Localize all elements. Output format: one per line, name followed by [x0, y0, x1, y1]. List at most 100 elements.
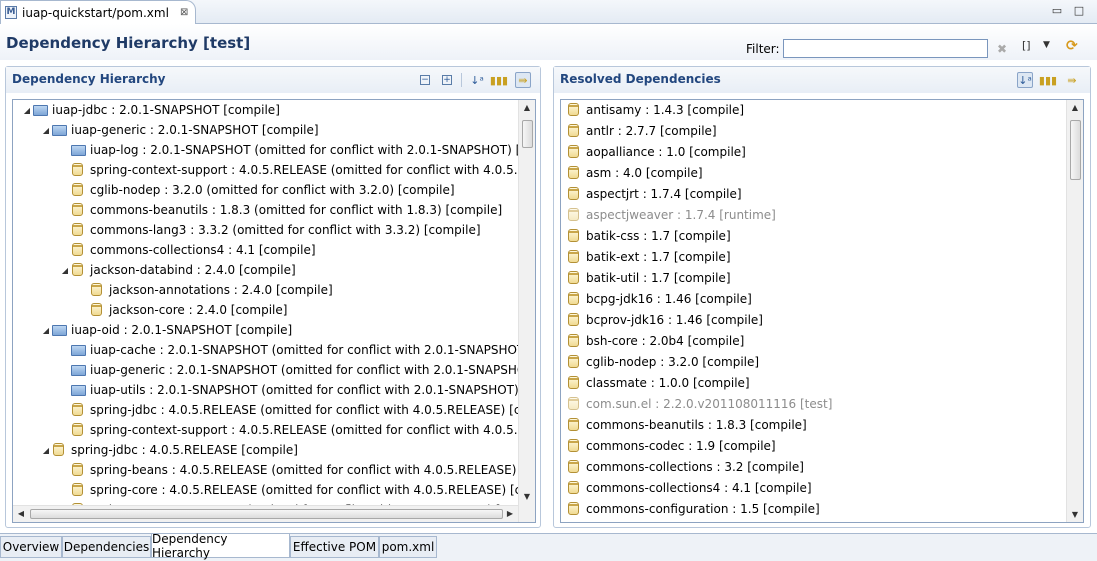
editor-tab-pom[interactable]: M iuap-quickstart/pom.xml ⊠	[0, 0, 196, 24]
scroll-up-icon[interactable]: ▲	[1067, 103, 1083, 112]
list-item[interactable]: batik-util : 1.7 [compile]	[567, 268, 731, 288]
list-item-label: cglib-nodep : 3.2.0 [compile]	[586, 355, 760, 369]
filter-toggle-icon[interactable]: ⇛	[1064, 72, 1080, 88]
tree-row[interactable]: spring-context-support : 4.0.5.RELEASE (…	[59, 160, 533, 180]
list-item[interactable]: batik-css : 1.7 [compile]	[567, 226, 731, 246]
list-item[interactable]: batik-ext : 1.7 [compile]	[567, 247, 731, 267]
expand-toggle-icon[interactable]: ◢	[40, 326, 52, 335]
scroll-right-icon[interactable]: ▶	[502, 509, 518, 518]
tree-row[interactable]: ◢ iuap-oid : 2.0.1-SNAPSHOT [compile]	[40, 320, 292, 340]
list-item[interactable]: aopalliance : 1.0 [compile]	[567, 142, 746, 162]
resolved-list[interactable]: antisamy : 1.4.3 [compile] antlr : 2.7.7 …	[560, 99, 1084, 523]
list-item[interactable]: aspectjweaver : 1.7.4 [runtime]	[567, 205, 776, 225]
scroll-left-icon[interactable]: ◀	[13, 509, 29, 518]
list-item-label: batik-util : 1.7 [compile]	[586, 271, 731, 285]
tree-row[interactable]: cglib-nodep : 3.2.0 (omitted for conflic…	[59, 180, 455, 200]
list-item-label: aopalliance : 1.0 [compile]	[586, 145, 746, 159]
list-item-label: commons-configuration : 1.5 [compile]	[586, 502, 820, 516]
expand-toggle-icon[interactable]: ◢	[21, 106, 33, 115]
list-item[interactable]: bcpg-jdk16 : 1.46 [compile]	[567, 289, 752, 309]
expand-all-icon[interactable]: +	[439, 72, 455, 88]
scroll-up-icon[interactable]: ▲	[519, 103, 535, 112]
tree-row[interactable]: commons-collections4 : 4.1 [compile]	[59, 240, 316, 260]
tree-row[interactable]: ◢ iuap-jdbc : 2.0.1-SNAPSHOT [compile]	[21, 100, 280, 120]
tab-overview[interactable]: Overview	[0, 536, 62, 558]
jar-icon	[567, 271, 581, 285]
tree-row[interactable]: iuap-utils : 2.0.1-SNAPSHOT (omitted for…	[59, 380, 527, 400]
list-item-label: antlr : 2.7.7 [compile]	[586, 124, 717, 138]
scroll-down-icon[interactable]: ▼	[1067, 510, 1083, 519]
tab-effective-pom[interactable]: Effective POM	[290, 536, 379, 558]
list-item[interactable]: bsh-core : 2.0b4 [compile]	[567, 331, 744, 351]
jar-icon	[567, 397, 581, 411]
tree-row[interactable]: iuap-log : 2.0.1-SNAPSHOT (omitted for c…	[59, 140, 527, 160]
jar-icon	[567, 502, 581, 516]
editor-tab-title: iuap-quickstart/pom.xml	[22, 5, 169, 20]
tree-row[interactable]: iuap-generic : 2.0.1-SNAPSHOT (omitted f…	[59, 360, 526, 380]
horizontal-scrollbar[interactable]: ◀ ▶	[13, 505, 518, 522]
project-folder-icon	[71, 143, 86, 157]
project-folder-icon	[71, 383, 86, 397]
filter-input[interactable]	[783, 39, 988, 58]
list-item[interactable]: commons-codec : 1.9 [compile]	[567, 436, 776, 456]
list-item[interactable]: commons-collections4 : 4.1 [compile]	[567, 478, 812, 498]
tree-row[interactable]: spring-context-support : 4.0.5.RELEASE (…	[59, 420, 533, 440]
tab-pom-xml[interactable]: pom.xml	[379, 536, 437, 558]
list-item[interactable]: com.sun.el : 2.2.0.v201108011116 [test]	[567, 394, 832, 414]
tree-row[interactable]: jackson-core : 2.4.0 [compile]	[78, 300, 287, 320]
collapse-all-icon[interactable]: −	[417, 72, 433, 88]
jar-icon	[567, 208, 581, 222]
sort-icon[interactable]: ↓ᵃ	[469, 72, 485, 88]
tree-row[interactable]: spring-core : 4.0.5.RELEASE (omitted for…	[59, 480, 535, 500]
expand-toggle-icon[interactable]: ◢	[59, 266, 71, 275]
maximize-icon[interactable]: □	[1072, 3, 1086, 17]
tree-row[interactable]: ◢ spring-jdbc : 4.0.5.RELEASE [compile]	[40, 440, 298, 460]
list-item[interactable]: asm : 4.0 [compile]	[567, 163, 703, 183]
tree-row-label: iuap-jdbc : 2.0.1-SNAPSHOT [compile]	[52, 103, 280, 117]
tree-row[interactable]: commons-lang3 : 3.3.2 (omitted for confl…	[59, 220, 481, 240]
section-title: Resolved Dependencies	[560, 72, 721, 86]
close-icon[interactable]: ⊠	[180, 7, 188, 18]
sync-icon[interactable]: ⟳	[1066, 38, 1078, 54]
brackets-icon[interactable]: []	[1022, 39, 1031, 52]
project-folder-icon	[33, 103, 48, 117]
tab-dependencies[interactable]: Dependencies	[62, 536, 151, 558]
tree-row[interactable]: iuap-cache : 2.0.1-SNAPSHOT (omitted for…	[59, 340, 529, 360]
list-item[interactable]: bcprov-jdk16 : 1.46 [compile]	[567, 310, 763, 330]
expand-toggle-icon[interactable]: ◢	[40, 126, 52, 135]
list-item[interactable]: antisamy : 1.4.3 [compile]	[567, 100, 744, 120]
list-item[interactable]: aspectjrt : 1.7.4 [compile]	[567, 184, 742, 204]
filter-toggle-icon[interactable]: ⇛	[515, 72, 531, 88]
tree-row[interactable]: spring-jdbc : 4.0.5.RELEASE (omitted for…	[59, 400, 535, 420]
tree-row[interactable]: commons-beanutils : 1.8.3 (omitted for c…	[59, 200, 502, 220]
list-item[interactable]: commons-configuration : 1.5 [compile]	[567, 499, 820, 519]
list-item[interactable]: antlr : 2.7.7 [compile]	[567, 121, 717, 141]
scroll-thumb[interactable]	[522, 120, 533, 148]
tree-row-label: iuap-generic : 2.0.1-SNAPSHOT (omitted f…	[90, 363, 527, 377]
sort-icon[interactable]: ↓ᵃ	[1017, 72, 1033, 88]
scroll-down-icon[interactable]: ▼	[519, 492, 535, 501]
tree-row[interactable]: spring-beans : 4.0.5.RELEASE (omitted fo…	[59, 460, 535, 480]
tree-row-label: spring-jdbc : 4.0.5.RELEASE [compile]	[71, 443, 298, 457]
jar-icon	[567, 166, 581, 180]
show-group-id-icon[interactable]: ▮▮▮	[1039, 72, 1057, 88]
clear-filter-icon[interactable]: ✖	[997, 42, 1007, 56]
jar-icon	[71, 483, 85, 497]
minimize-icon[interactable]: ▭	[1050, 3, 1064, 17]
vertical-scrollbar[interactable]: ▲ ▼	[1066, 100, 1083, 522]
list-item[interactable]: commons-collections : 3.2 [compile]	[567, 457, 804, 477]
list-item[interactable]: classmate : 1.0.0 [compile]	[567, 373, 750, 393]
tree-row[interactable]: ◢ jackson-databind : 2.4.0 [compile]	[59, 260, 296, 280]
list-item[interactable]: commons-beanutils : 1.8.3 [compile]	[567, 415, 807, 435]
tree-row[interactable]: jackson-annotations : 2.4.0 [compile]	[78, 280, 333, 300]
tab-dependency-hierarchy[interactable]: Dependency Hierarchy	[151, 532, 290, 560]
hierarchy-tree[interactable]: ◢ iuap-jdbc : 2.0.1-SNAPSHOT [compile] ◢ iu…	[12, 99, 536, 523]
scroll-thumb[interactable]	[1070, 120, 1081, 180]
show-group-id-icon[interactable]: ▮▮▮	[490, 72, 508, 88]
chevron-down-icon[interactable]: ▼	[1043, 40, 1050, 50]
vertical-scrollbar[interactable]: ▲ ▼	[518, 100, 535, 522]
tree-row[interactable]: ◢ iuap-generic : 2.0.1-SNAPSHOT [compile]	[40, 120, 319, 140]
list-item[interactable]: cglib-nodep : 3.2.0 [compile]	[567, 352, 759, 372]
expand-toggle-icon[interactable]: ◢	[40, 446, 52, 455]
scroll-thumb-horizontal[interactable]	[30, 509, 503, 519]
